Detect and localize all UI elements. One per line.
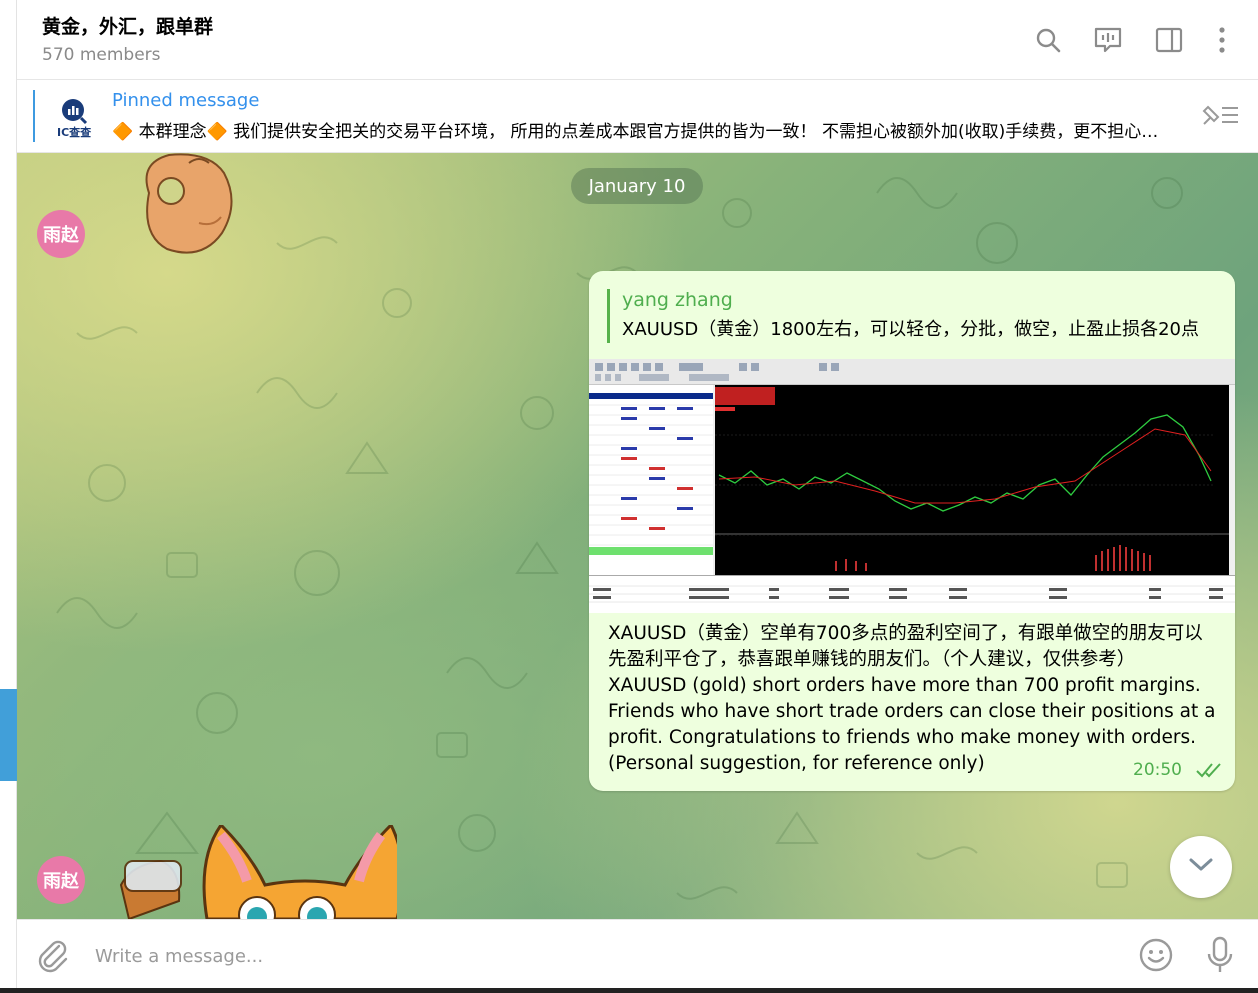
taskbar-edge — [0, 988, 1258, 993]
microphone-icon[interactable] — [1205, 935, 1235, 979]
more-vertical-icon[interactable] — [1206, 24, 1238, 56]
message-line: 先盈利平仓了，恭喜跟单赚钱的朋友们。（个人建议，仅供参考） — [608, 649, 1136, 670]
paperclip-icon[interactable] — [35, 938, 71, 978]
chat-title[interactable]: 黄金，外汇，跟单群 — [42, 12, 213, 39]
sender-avatar[interactable]: 雨赵 — [37, 856, 85, 904]
message-line: XAUUSD (gold) short orders have more tha… — [608, 675, 1201, 696]
members-count: 570 members — [42, 45, 161, 65]
read-checkmarks-icon — [1195, 761, 1223, 783]
search-icon[interactable] — [1032, 24, 1064, 56]
message-line: Friends who have short trade orders can … — [608, 701, 1216, 722]
chat-area[interactable]: January 10 雨赵 yang zhang XAUUSD（黄金）1800左… — [17, 153, 1258, 919]
candlestick-chart-image — [715, 385, 1229, 575]
ok-hand-sticker[interactable] — [129, 153, 239, 259]
pinned-message-bar[interactable]: IC查查 Pinned message 🔶 本群理念🔶 我们提供安全把关的交易平… — [17, 80, 1258, 153]
chat-header: 黄金，外汇，跟单群 570 members — [17, 0, 1258, 80]
message-line: XAUUSD（黄金）空单有700多点的盈利空间了，有跟单做空的朋友可以 — [608, 623, 1203, 644]
pinned-indicator — [33, 90, 35, 142]
scroll-down-button[interactable] — [1170, 836, 1232, 898]
orders-table-image — [589, 575, 1235, 613]
message-bubble[interactable]: yang zhang XAUUSD（黄金）1800左右，可以轻仓，分批，做空，止… — [589, 271, 1235, 791]
message-input[interactable] — [95, 938, 1095, 974]
reply-quote[interactable]: yang zhang XAUUSD（黄金）1800左右，可以轻仓，分批，做空，止… — [607, 289, 1217, 343]
emoji-icon[interactable] — [1138, 937, 1174, 977]
date-separator: January 10 — [571, 168, 703, 204]
active-chat-indicator[interactable] — [0, 689, 17, 781]
pinned-text: 🔶 本群理念🔶 我们提供安全把关的交易平台环境， 所用的点差成本跟官方提供的皆为… — [112, 122, 1172, 142]
message-line: profit. Congratulations to friends who m… — [608, 727, 1197, 748]
unpin-list-icon[interactable] — [1200, 102, 1242, 134]
reply-sender-name: yang zhang — [622, 289, 733, 311]
message-time: 20:50 — [1133, 760, 1182, 780]
message-line: (Personal suggestion, for reference only… — [608, 753, 985, 774]
message-text: XAUUSD（黄金）空单有700多点的盈利空间了，有跟单做空的朋友可以 先盈利平… — [608, 621, 1218, 777]
pinned-label: Pinned message — [112, 90, 260, 111]
message-composer — [17, 919, 1258, 993]
sidebar-toggle-icon[interactable] — [1153, 24, 1185, 56]
pinned-thumbnail: IC查查 — [53, 94, 97, 139]
chevron-down-icon — [1188, 857, 1214, 877]
sender-avatar[interactable]: 雨赵 — [37, 210, 85, 258]
svg-text:IC查查: IC查查 — [57, 125, 91, 138]
reply-text: XAUUSD（黄金）1800左右，可以轻仓，分批，做空，止盈止损各20点 — [622, 319, 1199, 340]
cat-sticker[interactable] — [117, 822, 405, 919]
quote-table-image — [589, 385, 713, 575]
image-toolbar — [589, 359, 1235, 385]
chat-list-strip — [0, 0, 17, 993]
trading-chart-image[interactable] — [589, 359, 1235, 613]
voice-chat-icon[interactable] — [1092, 24, 1124, 56]
